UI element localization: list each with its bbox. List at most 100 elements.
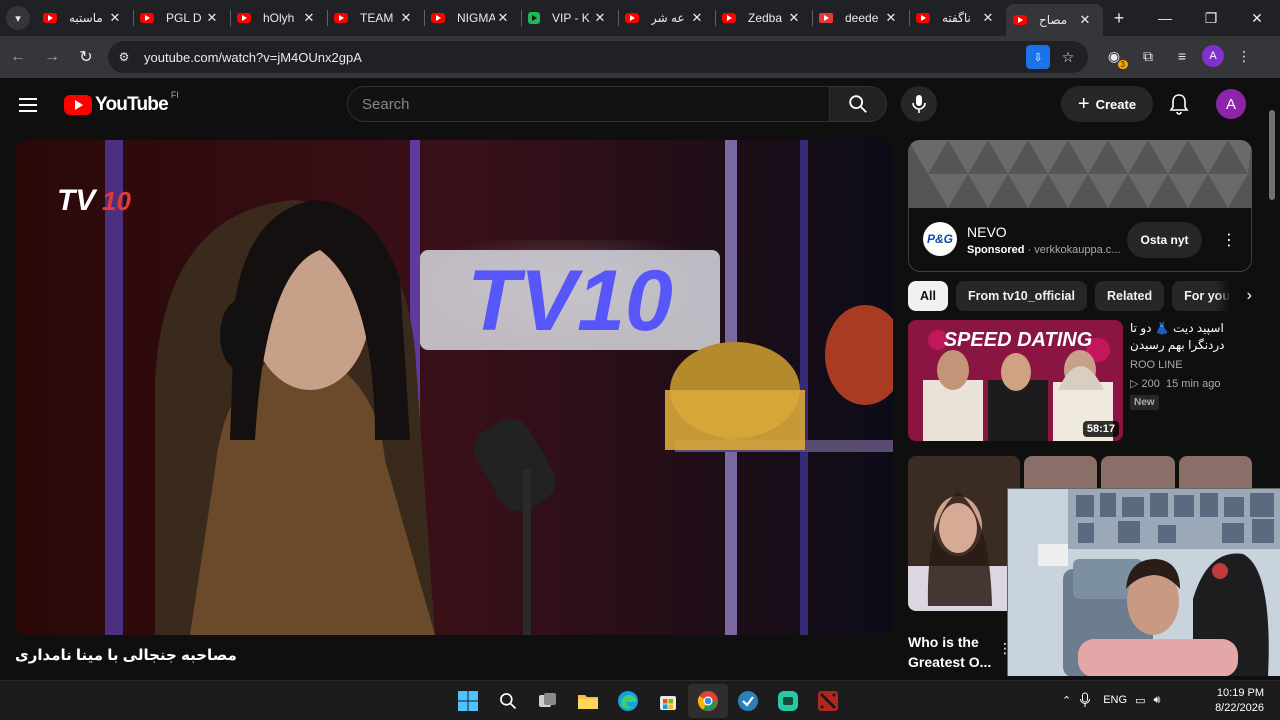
youtube-icon	[43, 13, 57, 23]
browser-tab[interactable]: ناگفته ✕	[909, 0, 1006, 36]
chip-all[interactable]: All	[908, 281, 948, 311]
youtube-icon	[1013, 15, 1027, 25]
store-button[interactable]	[648, 684, 688, 718]
close-icon[interactable]: ✕	[592, 10, 608, 26]
close-icon[interactable]: ✕	[107, 10, 123, 26]
browser-tab[interactable]: hOlyh ✕	[230, 0, 327, 36]
extension-icon[interactable]: ◉ 3	[1100, 42, 1128, 70]
svg-text:10: 10	[102, 186, 131, 216]
taskbar-search-button[interactable]	[488, 684, 528, 718]
microphone-tray-icon[interactable]	[1079, 687, 1091, 713]
chip-related[interactable]: Related	[1094, 281, 1165, 311]
windows-logo-icon	[458, 691, 478, 711]
youtube-icon	[625, 13, 639, 23]
youtube-masthead: YouTube FI + Create A	[0, 78, 1280, 134]
close-window-icon[interactable]: ✕	[1234, 0, 1280, 36]
network-icon[interactable]: ▭	[1135, 687, 1145, 713]
recommendation-channel[interactable]: ROO LINE	[1130, 359, 1183, 371]
create-button[interactable]: + Create	[1061, 86, 1153, 122]
chrome-button[interactable]	[688, 684, 728, 718]
app-button[interactable]	[768, 684, 808, 718]
taskbar-clock[interactable]: 10:19 PM 8/22/2026	[1210, 686, 1264, 716]
dota-button[interactable]	[808, 684, 848, 718]
extensions-puzzle-icon[interactable]: ⧉	[1134, 42, 1162, 70]
close-icon[interactable]: ✕	[980, 10, 996, 26]
ad-banner-image[interactable]	[908, 140, 1252, 208]
recommendation-meta: ▷ 200 15 min ago	[1130, 378, 1221, 390]
browser-tab[interactable]: TEAM ✕	[327, 0, 424, 36]
forward-arrow-icon[interactable]: →	[36, 41, 68, 73]
more-menu-icon[interactable]: ⋮	[1230, 42, 1258, 70]
close-icon[interactable]: ✕	[301, 10, 317, 26]
close-icon[interactable]: ✕	[398, 10, 414, 26]
voice-search-button[interactable]	[901, 86, 937, 122]
video-frame: TV10 TV 10	[15, 140, 893, 635]
browser-tab[interactable]: VIP - K ✕	[521, 0, 618, 36]
youtube-logo[interactable]: YouTube FI	[64, 90, 179, 116]
notifications-bell-icon[interactable]	[1166, 91, 1192, 117]
browser-tab[interactable]: عه شر ✕	[618, 0, 715, 36]
messenger-app-icon	[778, 691, 798, 711]
search-button[interactable]	[829, 86, 887, 122]
chevron-right-icon[interactable]: ›	[1216, 281, 1252, 311]
close-icon[interactable]: ✕	[204, 10, 220, 26]
task-view-icon	[539, 693, 556, 707]
dota-icon	[818, 691, 838, 711]
short-thumbnail[interactable]	[908, 456, 1020, 611]
browser-tab[interactable]: PGL D ✕	[133, 0, 230, 36]
close-icon[interactable]: ✕	[689, 10, 705, 26]
close-icon[interactable]: ✕	[495, 10, 511, 26]
edge-icon	[618, 691, 638, 711]
reload-icon[interactable]: ↻	[70, 41, 102, 73]
restore-icon[interactable]: ❐	[1188, 0, 1234, 36]
youtube-icon	[722, 13, 736, 23]
youtube-play-icon	[64, 95, 92, 115]
site-info-icon[interactable]: ⚙	[110, 43, 138, 71]
edge-browser-button[interactable]	[608, 684, 648, 718]
soundcloud-icon	[819, 13, 833, 23]
search-box	[347, 86, 830, 122]
video-title: مصاحبه جنجالی با مینا نامداری	[15, 647, 237, 664]
url-text[interactable]: youtube.com/watch?v=jM4OUnx2gpA	[144, 50, 362, 65]
chevron-up-icon[interactable]: ⌃	[1062, 687, 1071, 713]
ad-cta-button[interactable]: Osta nyt	[1127, 222, 1202, 258]
new-tab-button[interactable]: +	[1103, 8, 1135, 29]
account-avatar[interactable]: A	[1216, 89, 1246, 119]
ad-sponsor-line: Sponsored · verkkokauppa.c...	[967, 244, 1121, 256]
video-player[interactable]: TV10 TV 10	[15, 140, 893, 635]
profile-avatar[interactable]: A	[1202, 45, 1224, 67]
more-options-icon[interactable]: ⋮	[1221, 230, 1237, 250]
check-app-icon	[738, 691, 758, 711]
task-view-button[interactable]	[528, 684, 568, 718]
browser-tab[interactable]: NIGMA ✕	[424, 0, 521, 36]
video-thumbnail[interactable]: SPEED DATING 58:17	[908, 320, 1123, 441]
close-icon[interactable]: ✕	[1077, 12, 1093, 28]
youtube-icon	[334, 13, 348, 23]
browser-tab[interactable]: Zedba ✕	[715, 0, 812, 36]
search-input[interactable]	[362, 95, 829, 113]
tab-search-button[interactable]: ▾	[0, 0, 36, 36]
bookmark-star-icon[interactable]: ☆	[1056, 45, 1080, 69]
file-explorer-button[interactable]	[568, 684, 608, 718]
browser-tab[interactable]: ماستبه ✕	[36, 0, 133, 36]
close-icon[interactable]: ✕	[883, 10, 899, 26]
minimize-icon[interactable]: —	[1142, 0, 1188, 36]
hamburger-menu-icon[interactable]	[16, 94, 40, 118]
close-icon[interactable]: ✕	[786, 10, 802, 26]
chip-from-channel[interactable]: From tv10_official	[955, 281, 1087, 311]
browser-tab[interactable]: deede ✕	[812, 0, 909, 36]
browser-tab-active[interactable]: مصاح ✕	[1006, 4, 1103, 36]
language-indicator[interactable]: ENG	[1103, 687, 1127, 713]
ad-card[interactable]: P&G NEVO Sponsored · verkkokauppa.c... O…	[908, 208, 1252, 272]
recommendation-title[interactable]: اسپید دیت 👗 دو تا دردنگرا بهم رسیدن	[1130, 320, 1248, 354]
back-arrow-icon[interactable]: ←	[2, 41, 34, 73]
youtube-icon	[431, 13, 445, 23]
short-title[interactable]: Who is the Greatest O...	[908, 632, 998, 672]
start-button[interactable]	[448, 684, 488, 718]
app-button[interactable]	[728, 684, 768, 718]
address-bar[interactable]: ⚙ youtube.com/watch?v=jM4OUnx2gpA ⇩ ☆	[108, 41, 1088, 73]
chrome-icon	[697, 691, 718, 711]
media-controls-icon[interactable]: ≡	[1168, 42, 1196, 70]
install-app-icon[interactable]: ⇩	[1026, 45, 1050, 69]
volume-icon[interactable]: 🔊︎	[1153, 687, 1160, 713]
